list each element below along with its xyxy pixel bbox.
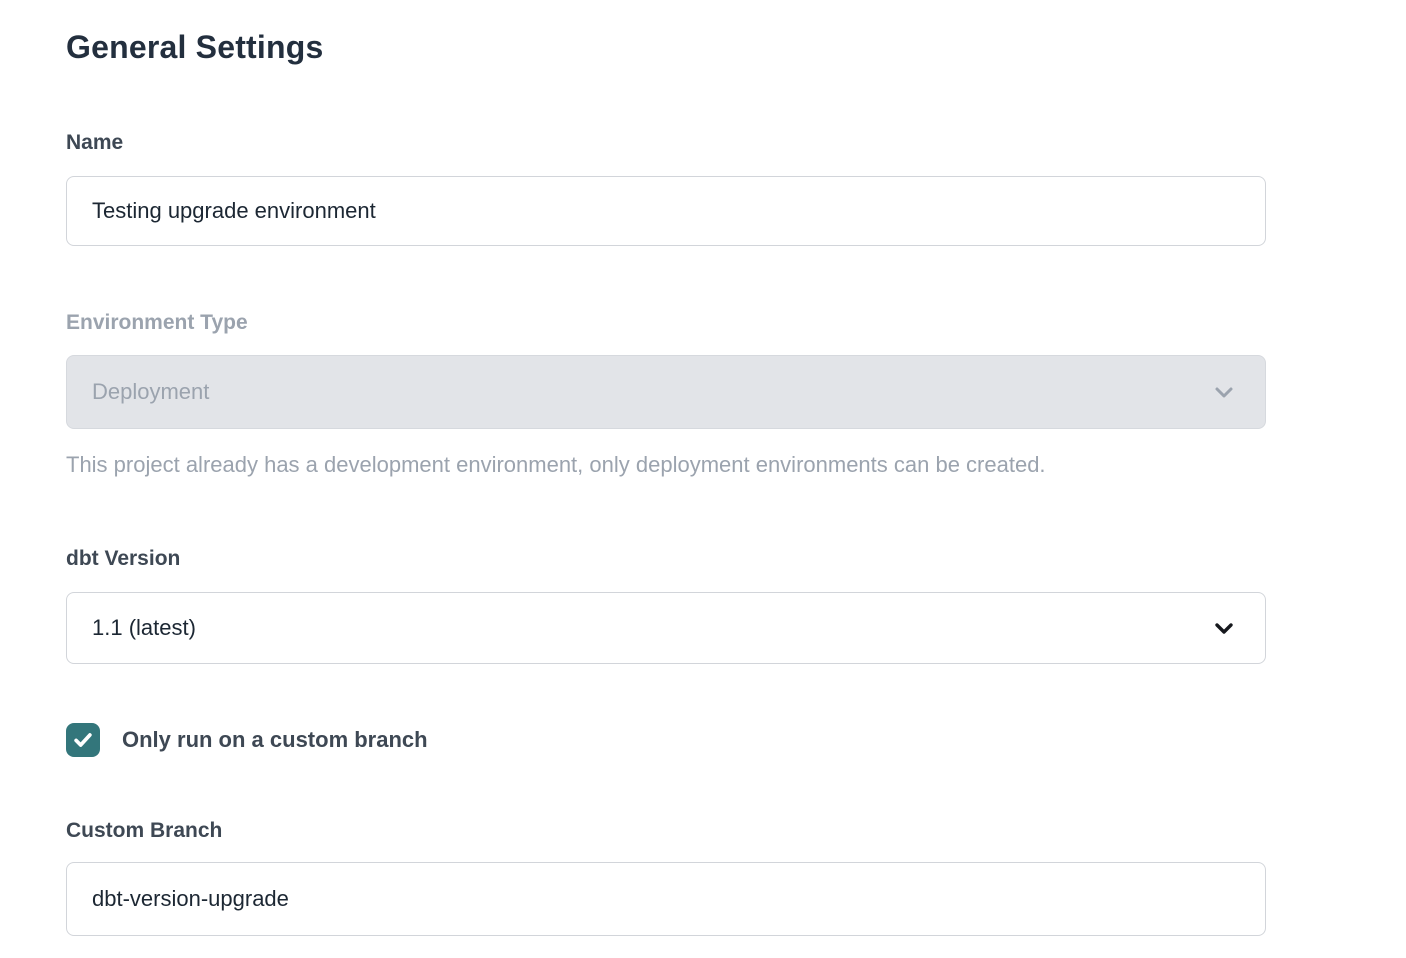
dbt-version-label: dbt Version (66, 546, 1334, 572)
chevron-down-icon (1211, 615, 1237, 641)
dbt-version-value: 1.1 (latest) (92, 615, 196, 641)
name-field-label: Name (66, 130, 1334, 156)
general-settings-panel: General Settings Name Environment Type D… (0, 0, 1334, 936)
page-title: General Settings (66, 28, 1334, 66)
environment-type-helper-text: This project already has a development e… (66, 451, 1286, 479)
name-input[interactable] (66, 176, 1266, 246)
dbt-version-select[interactable]: 1.1 (latest) (66, 592, 1266, 664)
custom-branch-label: Custom Branch (66, 818, 1334, 844)
environment-type-select: Deployment (66, 355, 1266, 429)
environment-type-value: Deployment (92, 379, 209, 405)
environment-type-label: Environment Type (66, 310, 1334, 336)
chevron-down-icon (1211, 379, 1237, 405)
checkmark-icon (72, 729, 94, 751)
custom-branch-checkbox-label[interactable]: Only run on a custom branch (122, 727, 428, 753)
custom-branch-input[interactable] (66, 862, 1266, 936)
custom-branch-checkbox-row: Only run on a custom branch (66, 723, 1334, 757)
custom-branch-checkbox[interactable] (66, 723, 100, 757)
